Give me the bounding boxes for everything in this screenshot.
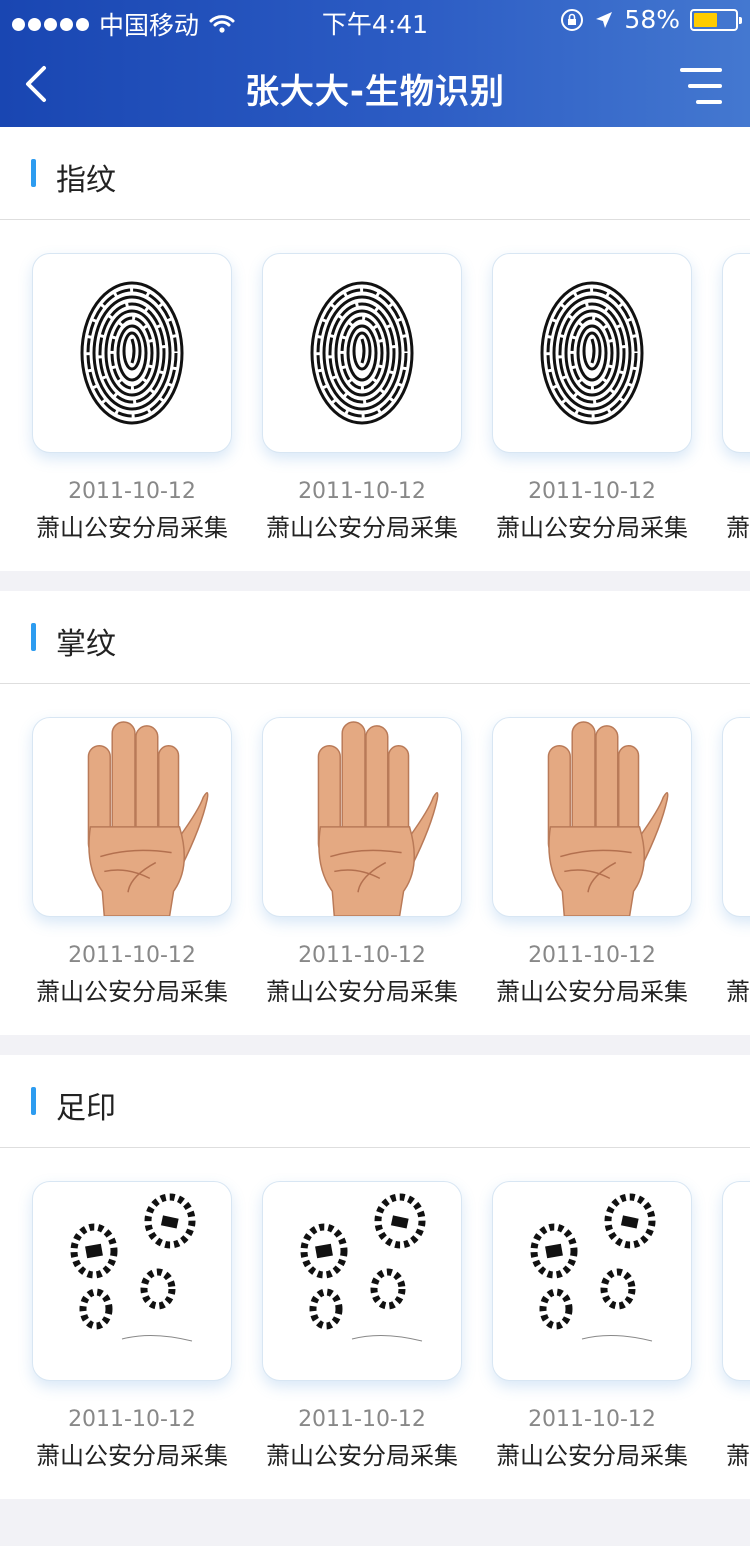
fingerprint-image bbox=[540, 281, 644, 425]
record-place: 萧山公安分局采集 bbox=[496, 1442, 688, 1470]
location-icon bbox=[596, 11, 613, 28]
fingerprint-image bbox=[80, 281, 184, 425]
record-place: 萧山公安分局采集 bbox=[496, 978, 688, 1006]
record-image-card[interactable] bbox=[32, 1181, 232, 1381]
record-place: 萧山公安分局采集 bbox=[266, 514, 458, 542]
record-item[interactable]: 2011-10-12 萧山公安分局采集 bbox=[32, 717, 232, 1007]
record-item[interactable]: 2011-10-12 萧山公安分局采集 bbox=[722, 1181, 750, 1471]
record-image-card[interactable] bbox=[492, 717, 692, 917]
record-item[interactable]: 2011-10-12 萧山公安分局采集 bbox=[262, 1181, 462, 1471]
section-title: 足印 bbox=[56, 1091, 116, 1126]
record-place: 萧山公安分局采集 bbox=[266, 978, 458, 1006]
battery-percent: 58% bbox=[624, 5, 680, 34]
record-date: 2011-10-12 bbox=[298, 943, 426, 968]
record-date: 2011-10-12 bbox=[722, 943, 750, 968]
record-image-card[interactable] bbox=[262, 717, 462, 917]
section-title: 掌纹 bbox=[56, 627, 116, 662]
record-place: 萧山公安分局采集 bbox=[36, 978, 228, 1006]
record-image-card[interactable] bbox=[32, 253, 232, 453]
section-header: 指纹 bbox=[0, 127, 750, 220]
record-item[interactable]: 2011-10-12 萧山公安分局采集 bbox=[492, 1181, 692, 1471]
navigation-bar: 张大大-生物识别 bbox=[0, 42, 750, 127]
page-title: 张大大-生物识别 bbox=[244, 72, 506, 112]
record-date: 2011-10-12 bbox=[68, 943, 196, 968]
record-date: 2011-10-12 bbox=[722, 479, 750, 504]
record-item[interactable]: 2011-10-12 萧山公安分局采集 bbox=[32, 1181, 232, 1471]
section-accent-bar bbox=[31, 623, 36, 651]
section-accent-bar bbox=[31, 159, 36, 187]
menu-icon[interactable] bbox=[680, 66, 722, 106]
record-date: 2011-10-12 bbox=[528, 943, 656, 968]
record-item[interactable]: 2011-10-12 萧山公安分局采集 bbox=[262, 717, 462, 1007]
record-date: 2011-10-12 bbox=[722, 1407, 750, 1432]
orientation-lock-icon bbox=[561, 8, 584, 31]
record-image-card[interactable] bbox=[262, 253, 462, 453]
palm-image bbox=[317, 721, 439, 916]
section-palmprint: 掌纹 2011-10-12 萧山公安分局采集 2011-10-12 萧山公安分局… bbox=[0, 591, 750, 1035]
palm-image bbox=[87, 721, 209, 916]
record-date: 2011-10-12 bbox=[528, 1407, 656, 1432]
record-image-card[interactable] bbox=[722, 1181, 750, 1381]
footprint-image bbox=[300, 1193, 426, 1342]
palm-image bbox=[547, 721, 669, 916]
record-image-card[interactable] bbox=[722, 717, 750, 917]
record-item[interactable]: 2011-10-12 萧山公安分局采集 bbox=[722, 253, 750, 543]
record-item[interactable]: 2011-10-12 萧山公安分局采集 bbox=[492, 253, 692, 543]
record-date: 2011-10-12 bbox=[298, 1407, 426, 1432]
record-item[interactable]: 2011-10-12 萧山公安分局采集 bbox=[492, 717, 692, 1007]
record-place: 萧山公安分局采集 bbox=[496, 514, 688, 542]
record-place: 萧山公安分局采集 bbox=[726, 1442, 750, 1470]
palm-image bbox=[723, 717, 750, 917]
record-place: 萧山公安分局采集 bbox=[726, 514, 750, 542]
record-image-card[interactable] bbox=[492, 253, 692, 453]
section-accent-bar bbox=[31, 1087, 36, 1115]
section-footprint: 足印 2011-10-12 萧山公安分局采集 2011-10-12 萧山公安分局… bbox=[0, 1055, 750, 1499]
record-place: 萧山公安分局采集 bbox=[266, 1442, 458, 1470]
record-place: 萧山公安分局采集 bbox=[726, 978, 750, 1006]
battery-level bbox=[694, 12, 718, 27]
record-place: 萧山公安分局采集 bbox=[36, 514, 228, 542]
record-item[interactable]: 2011-10-12 萧山公安分局采集 bbox=[722, 717, 750, 1007]
record-place: 萧山公安分局采集 bbox=[36, 1442, 228, 1470]
section-fingerprint: 指纹 2011-10-12 萧山公安分局采集 2011-10-12 萧山公安分局… bbox=[0, 127, 750, 571]
record-date: 2011-10-12 bbox=[68, 479, 196, 504]
record-date: 2011-10-12 bbox=[68, 1407, 196, 1432]
record-item[interactable]: 2011-10-12 萧山公安分局采集 bbox=[262, 253, 462, 543]
footprint-image bbox=[530, 1193, 656, 1342]
record-item[interactable]: 2011-10-12 萧山公安分局采集 bbox=[32, 253, 232, 543]
record-image-card[interactable] bbox=[32, 717, 232, 917]
battery-icon bbox=[690, 8, 742, 31]
fingerprint-image bbox=[310, 281, 414, 425]
footprint-image bbox=[732, 1191, 750, 1371]
section-header: 足印 bbox=[0, 1055, 750, 1148]
record-date: 2011-10-12 bbox=[298, 479, 426, 504]
card-row: 2011-10-12 萧山公安分局采集 2011-10-12 萧山公安分局采集 bbox=[0, 221, 750, 571]
section-title: 指纹 bbox=[56, 163, 116, 198]
card-row: 2011-10-12 萧山公安分局采集 2011-10-12 萧山公安分局采集 bbox=[0, 685, 750, 1035]
record-image-card[interactable] bbox=[262, 1181, 462, 1381]
record-image-card[interactable] bbox=[492, 1181, 692, 1381]
footprint-image bbox=[70, 1193, 196, 1342]
card-row: 2011-10-12 萧山公安分局采集 2011-10-12 萧山公安分局采集 bbox=[0, 1149, 750, 1499]
top-bar: 中国移动 下午4:41 58% 张大大-生物识别 bbox=[0, 0, 750, 127]
record-date: 2011-10-12 bbox=[528, 479, 656, 504]
section-header: 掌纹 bbox=[0, 591, 750, 684]
status-bar: 中国移动 下午4:41 58% bbox=[0, 0, 750, 40]
record-image-card[interactable] bbox=[722, 253, 750, 453]
